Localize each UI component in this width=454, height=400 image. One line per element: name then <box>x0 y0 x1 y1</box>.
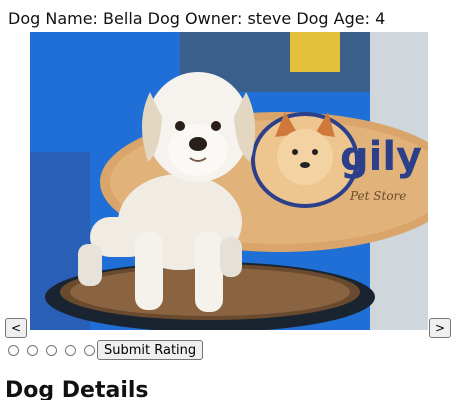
dog-photo: gily Pet Store <box>30 32 428 330</box>
sign-subtext: Pet Store <box>349 189 406 203</box>
rating-radio-4[interactable] <box>65 344 76 356</box>
submit-rating-button[interactable]: Submit Rating <box>97 340 204 360</box>
dog-photo-illustration: gily Pet Store <box>30 32 428 330</box>
rating-radio-3[interactable] <box>46 344 57 356</box>
rating-radio-2[interactable] <box>27 344 38 356</box>
previous-photo-button[interactable]: < <box>5 318 27 338</box>
page: Dog Name: Bella Dog Owner: steve Dog Age… <box>0 0 454 400</box>
section-title: Dog Details <box>5 378 149 400</box>
dog-info-line: Dog Name: Bella Dog Owner: steve Dog Age… <box>8 8 385 30</box>
rating-form: Submit Rating <box>8 340 204 360</box>
dog-owner-label: Dog Owner: <box>147 9 243 28</box>
dog-age-label: Dog Age: <box>296 9 370 28</box>
dog-owner-value: steve <box>247 9 292 28</box>
dog-age-value: 4 <box>375 9 386 28</box>
next-photo-button[interactable]: > <box>429 318 451 338</box>
rating-radio-1[interactable] <box>8 344 19 356</box>
rating-radio-5[interactable] <box>84 344 95 356</box>
dog-name-value: Bella <box>103 9 143 28</box>
sign-text: gily <box>340 134 422 180</box>
dog-name-label: Dog Name: <box>8 9 98 28</box>
